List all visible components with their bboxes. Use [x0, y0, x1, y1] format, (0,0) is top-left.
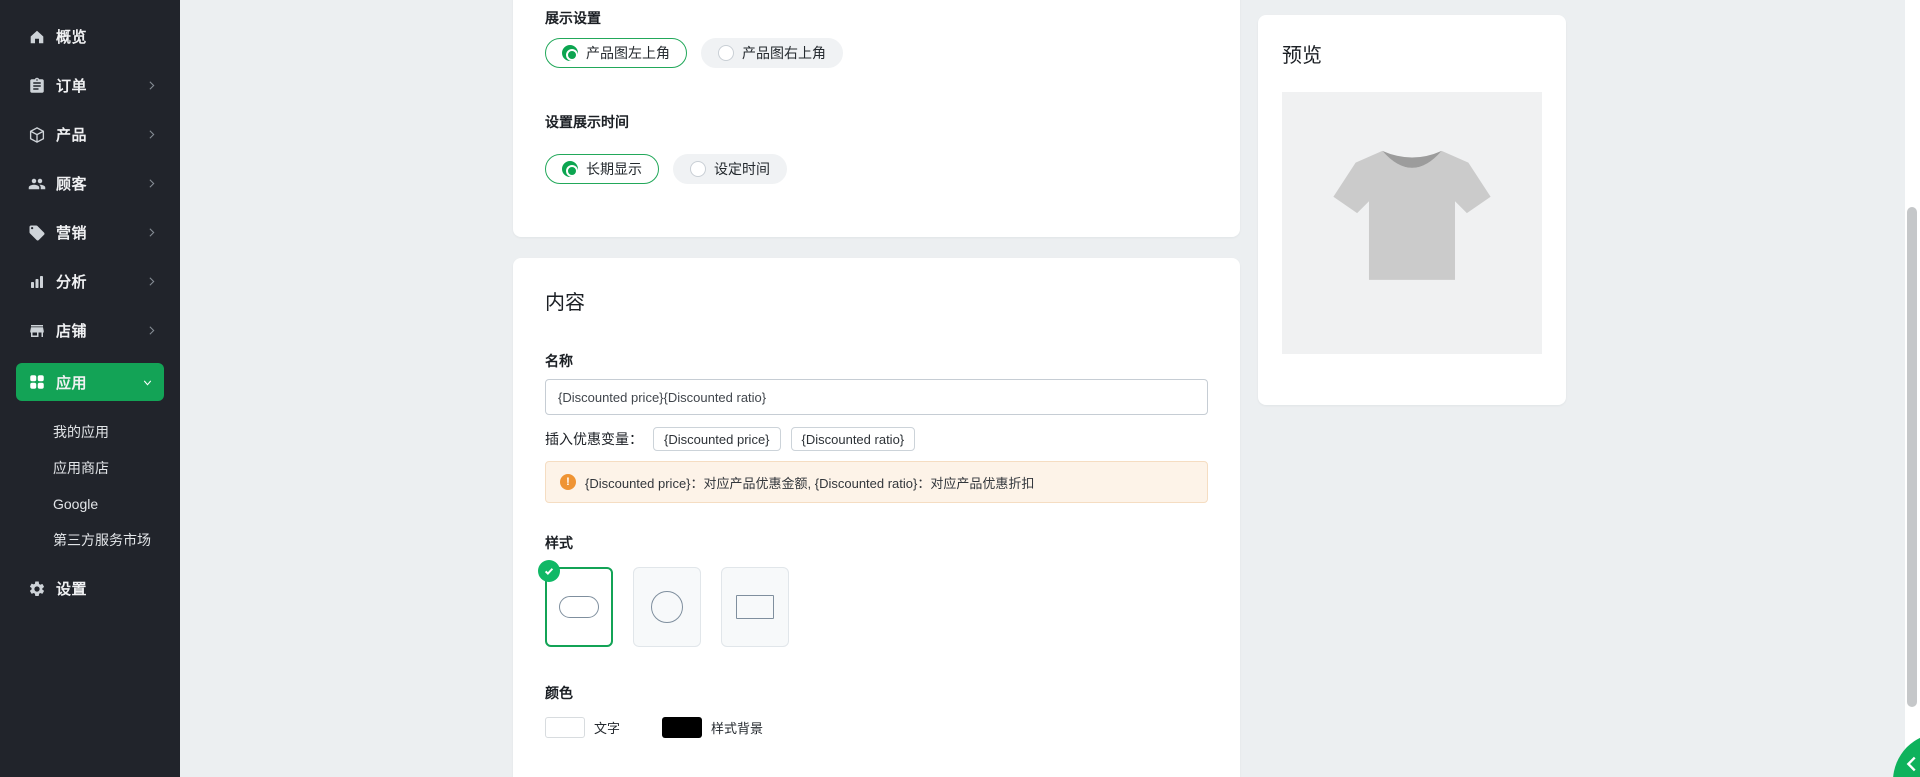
name-label: 名称: [545, 351, 1208, 371]
analytics-icon: [28, 273, 46, 291]
sidebar-item-label: 顾客: [56, 173, 87, 194]
subitem-label: 应用商店: [53, 458, 109, 478]
sidebar-item-store[interactable]: 店铺: [0, 306, 180, 355]
variables-hint-text: {Discounted price}：对应产品优惠金额, {Discounted…: [585, 473, 1034, 492]
sidebar-item-label: 订单: [56, 75, 87, 96]
insert-variables-label: 插入优惠变量：: [545, 429, 643, 449]
marketing-icon: [28, 224, 46, 242]
check-icon: [538, 560, 560, 582]
radio-label: 设定时间: [714, 159, 770, 179]
rectangle-shape: [736, 595, 774, 619]
variable-tag-discounted-price[interactable]: {Discounted price}: [653, 427, 781, 451]
apps-submenu: 我的应用 应用商店 Google 第三方服务市场: [0, 401, 180, 558]
style-options: [545, 567, 1208, 647]
gear-icon: [28, 580, 46, 598]
sidebar-item-apps[interactable]: 应用: [16, 363, 164, 401]
display-position-radio-group: 产品图左上角 产品图右上角: [545, 38, 1208, 68]
display-time-radio-group: 长期显示 设定时间: [545, 154, 1208, 184]
display-settings-card: 展示设置 产品图左上角 产品图右上角 设置展示时间 长期显示 设定时间: [513, 0, 1240, 237]
sidebar-subitem-my-apps[interactable]: 我的应用: [0, 414, 180, 450]
sidebar-item-label: 营销: [56, 222, 87, 243]
variable-tag-discounted-ratio[interactable]: {Discounted ratio}: [791, 427, 916, 451]
home-icon: [28, 28, 46, 46]
style-option-rectangle[interactable]: [721, 567, 789, 647]
style-option-circle[interactable]: [633, 567, 701, 647]
radio-set-time[interactable]: 设定时间: [673, 154, 787, 184]
store-icon: [28, 322, 46, 340]
radio-product-image-top-left[interactable]: 产品图左上角: [545, 38, 687, 68]
pill-shape: [559, 596, 599, 618]
radio-label: 长期显示: [586, 159, 642, 179]
chevron-right-icon: [145, 226, 158, 239]
subitem-label: 我的应用: [53, 422, 109, 442]
style-label: 样式: [545, 533, 1208, 553]
chevron-left-icon: [1901, 753, 1920, 775]
chevron-right-icon: [145, 324, 158, 337]
style-background-color-label: 样式背景: [711, 718, 763, 737]
sidebar-item-settings[interactable]: 设置: [0, 564, 180, 613]
app-canvas: 概览 订单 产品 顾客 营销: [0, 0, 1920, 777]
subitem-label: 第三方服务市场: [53, 530, 151, 550]
radio-label: 产品图左上角: [586, 43, 670, 63]
sidebar-item-label: 产品: [56, 124, 87, 145]
display-settings-label: 展示设置: [545, 8, 1208, 28]
scrollbar-track[interactable]: [1905, 0, 1920, 777]
content-section-title: 内容: [545, 286, 1208, 315]
variables-hint-banner: ! {Discounted price}：对应产品优惠金额, {Discount…: [545, 461, 1208, 503]
sidebar-item-marketing[interactable]: 营销: [0, 208, 180, 257]
sidebar-item-label: 分析: [56, 271, 87, 292]
sidebar-item-overview[interactable]: 概览: [0, 12, 180, 61]
subitem-label: Google: [53, 496, 98, 512]
radio-long-term-display[interactable]: 长期显示: [545, 154, 659, 184]
radio-product-image-top-right[interactable]: 产品图右上角: [701, 38, 843, 68]
insert-variables-row: 插入优惠变量： {Discounted price} {Discounted r…: [545, 427, 1208, 451]
orders-icon: [28, 77, 46, 95]
apps-icon: [28, 373, 46, 391]
color-label: 颜色: [545, 683, 1208, 703]
sidebar-subitem-third-party[interactable]: 第三方服务市场: [0, 522, 180, 558]
sidebar-item-analytics[interactable]: 分析: [0, 257, 180, 306]
radio-label: 产品图右上角: [742, 43, 826, 63]
style-background-color-swatch[interactable]: [662, 717, 702, 738]
scrollbar-thumb[interactable]: [1907, 207, 1917, 707]
radio-unselected-icon: [690, 161, 706, 177]
sidebar-subitem-google[interactable]: Google: [0, 486, 180, 522]
sidebar-item-customers[interactable]: 顾客: [0, 159, 180, 208]
sidebar-item-label: 概览: [56, 26, 87, 47]
warning-icon: !: [560, 474, 576, 490]
chevron-right-icon: [145, 275, 158, 288]
radio-selected-icon: [562, 161, 578, 177]
customers-icon: [28, 175, 46, 193]
tshirt-placeholder-icon: [1323, 146, 1501, 301]
products-icon: [28, 126, 46, 144]
chevron-right-icon: [145, 177, 158, 190]
style-option-pill[interactable]: [545, 567, 613, 647]
preview-title: 预览: [1282, 39, 1542, 68]
name-input[interactable]: [545, 379, 1208, 415]
sidebar-subitem-app-store[interactable]: 应用商店: [0, 450, 180, 486]
text-color-label: 文字: [594, 718, 620, 737]
radio-unselected-icon: [718, 45, 734, 61]
preview-card: 预览: [1258, 15, 1566, 405]
content-card: 内容 名称 插入优惠变量： {Discounted price} {Discou…: [513, 258, 1240, 777]
sidebar-item-orders[interactable]: 订单: [0, 61, 180, 110]
sidebar: 概览 订单 产品 顾客 营销: [0, 0, 180, 777]
chevron-right-icon: [145, 128, 158, 141]
text-color-swatch[interactable]: [545, 717, 585, 738]
color-options: 文字 样式背景: [545, 717, 1208, 738]
radio-selected-icon: [562, 45, 578, 61]
display-time-label: 设置展示时间: [545, 112, 1208, 132]
circle-shape: [651, 591, 683, 623]
sidebar-item-products[interactable]: 产品: [0, 110, 180, 159]
sidebar-item-label: 店铺: [56, 320, 87, 341]
chevron-down-icon: [141, 376, 154, 389]
sidebar-item-label: 设置: [56, 578, 87, 599]
preview-product-image: [1282, 92, 1542, 354]
sidebar-item-label: 应用: [56, 372, 87, 393]
chevron-right-icon: [145, 79, 158, 92]
